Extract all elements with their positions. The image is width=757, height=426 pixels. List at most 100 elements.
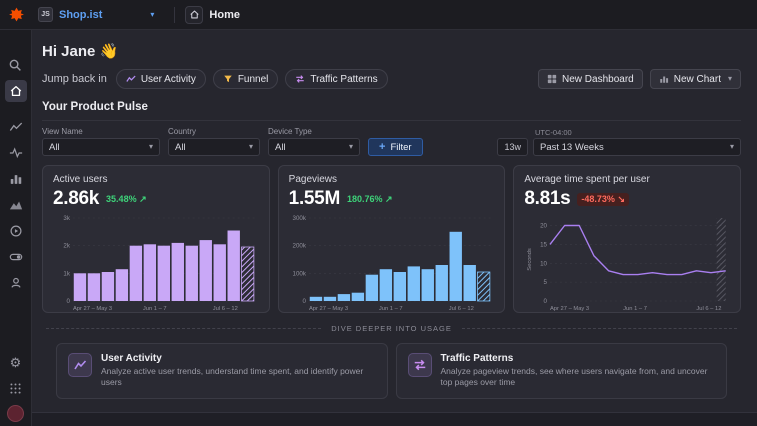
- jump-back-in-row: Jump back in User Activity Funnel Traffi…: [42, 69, 741, 89]
- date-range-value: Past 13 Weeks: [540, 142, 604, 153]
- new-chart-label: New Chart: [674, 74, 721, 85]
- sidebar-item-trends[interactable]: [5, 116, 27, 138]
- quick-link-funnel[interactable]: Funnel: [213, 69, 279, 89]
- traffic-patterns-deep-dive-card[interactable]: Traffic Patterns Analyze pageview trends…: [396, 343, 728, 399]
- sidebar-apps-button[interactable]: [5, 377, 27, 399]
- pageviews-card[interactable]: Pageviews 1.55M 180.76% ↗ 0100k200k300kA…: [278, 165, 506, 313]
- active-users-card[interactable]: Active users 2.86k 35.48% ↗ 01k2k3kApr 2…: [42, 165, 270, 313]
- settings-gear-icon: ⚙: [10, 356, 22, 369]
- active-users-bar-chart[interactable]: 01k2k3kApr 27 – May 3Jun 1 – 7Jul 6 – 12: [53, 212, 259, 312]
- chevron-down-icon: ▾: [149, 143, 153, 151]
- svg-text:Jul 6 – 12: Jul 6 – 12: [448, 306, 473, 312]
- view-name-select[interactable]: All ▾: [42, 138, 160, 156]
- sidebar-item-feature-flags[interactable]: [5, 246, 27, 268]
- filter-label: Country: [168, 127, 260, 136]
- country-select[interactable]: All ▾: [168, 138, 260, 156]
- svg-text:20: 20: [540, 223, 547, 230]
- chevron-down-icon: ▾: [349, 143, 353, 151]
- trend-down-icon: ↘: [617, 194, 625, 204]
- filter-label: View Name: [42, 127, 160, 136]
- sidebar-item-insights[interactable]: [5, 194, 27, 216]
- apps-grid-icon: [9, 382, 22, 395]
- deep-dive-description: Analyze active user trends, understand t…: [101, 366, 376, 389]
- funnel-icon: [223, 74, 233, 84]
- sidebar-item-dashboards[interactable]: [5, 168, 27, 190]
- select-value: All: [49, 142, 60, 153]
- top-bar: JS Shop.ist ▾ Home: [0, 0, 757, 30]
- svg-text:300k: 300k: [292, 215, 306, 222]
- date-range-shortcut[interactable]: 13w: [497, 138, 528, 156]
- section-title: Your Product Pulse: [42, 101, 741, 113]
- svg-text:200k: 200k: [292, 243, 306, 250]
- device-type-select[interactable]: All ▾: [268, 138, 360, 156]
- quick-link-label: Traffic Patterns: [310, 74, 377, 85]
- svg-text:0: 0: [544, 298, 548, 305]
- main-content: Hi Jane 👋 Jump back in User Activity Fun…: [32, 30, 757, 426]
- chevron-down-icon: ▾: [150, 11, 154, 19]
- page-title: Hi Jane 👋: [42, 42, 741, 60]
- avg-time-card[interactable]: Average time spent per user 8.81s -48.73…: [513, 165, 741, 313]
- insights-icon: [9, 198, 23, 212]
- pulse-cards-row: Active users 2.86k 35.48% ↗ 01k2k3kApr 2…: [42, 165, 741, 313]
- sidebar-item-persons[interactable]: [5, 272, 27, 294]
- svg-text:Jun 1 – 7: Jun 1 – 7: [143, 306, 167, 312]
- chevron-down-icon: ▾: [249, 143, 253, 151]
- session-replay-icon: [9, 224, 23, 238]
- filter-group-country: Country All ▾: [168, 127, 260, 156]
- quick-link-label: User Activity: [141, 74, 196, 85]
- metric-delta: 35.48% ↗: [106, 194, 147, 205]
- new-dashboard-button[interactable]: New Dashboard: [538, 69, 643, 89]
- quick-link-user-activity[interactable]: User Activity: [116, 69, 206, 89]
- sidebar-item-home[interactable]: [5, 80, 27, 102]
- trend-up-icon: ↗: [385, 194, 393, 204]
- sidebar-item-session-replay[interactable]: [5, 220, 27, 242]
- avg-time-line-chart[interactable]: 05101520Apr 27 – May 3Jun 1 – 7Jul 6 – 1…: [524, 212, 730, 312]
- filter-bar: View Name All ▾ Country All ▾ Device Typ…: [42, 120, 741, 156]
- pageviews-bar-chart[interactable]: 0100k200k300kApr 27 – May 3Jun 1 – 7Jul …: [289, 212, 495, 312]
- select-value: All: [175, 142, 186, 153]
- deep-dive-row: User Activity Analyze active user trends…: [56, 343, 727, 399]
- add-filter-label: Filter: [390, 142, 411, 153]
- sidebar-settings-button[interactable]: ⚙: [5, 351, 27, 373]
- svg-text:15: 15: [540, 241, 547, 248]
- sidebar-search-button[interactable]: [5, 54, 27, 76]
- home-icon: [9, 84, 23, 98]
- svg-text:Jun 1 – 7: Jun 1 – 7: [624, 306, 648, 312]
- persons-icon: [9, 276, 23, 290]
- svg-text:Jul 6 – 12: Jul 6 – 12: [213, 306, 238, 312]
- date-range-picker[interactable]: Past 13 Weeks ▾: [533, 138, 741, 156]
- chart-bars-icon: [659, 74, 669, 84]
- sidebar-item-activity[interactable]: [5, 142, 27, 164]
- svg-text:Apr 27 – May 3: Apr 27 – May 3: [550, 306, 589, 312]
- date-range-controls: 13w UTC-04:00 Past 13 Weeks ▾: [497, 128, 741, 156]
- home-icon: [185, 6, 203, 24]
- project-switcher[interactable]: JS Shop.ist ▾: [32, 4, 164, 25]
- chevron-down-icon: ▾: [728, 75, 732, 83]
- user-activity-deep-dive-card[interactable]: User Activity Analyze active user trends…: [56, 343, 388, 399]
- jump-back-in-label: Jump back in: [42, 73, 107, 85]
- user-avatar[interactable]: [7, 405, 24, 422]
- svg-text:Apr 27 – May 3: Apr 27 – May 3: [73, 306, 112, 312]
- svg-text:5: 5: [544, 279, 548, 286]
- plus-icon: +: [379, 142, 385, 153]
- metric-value: 8.81s: [524, 188, 570, 210]
- next-section-edge: [32, 412, 757, 426]
- posthog-logo[interactable]: [0, 0, 32, 30]
- quick-link-traffic-patterns[interactable]: Traffic Patterns: [285, 69, 387, 89]
- card-title: Average time spent per user: [524, 174, 730, 185]
- breadcrumb-home[interactable]: Home: [185, 6, 240, 24]
- quick-link-label: Funnel: [238, 74, 269, 85]
- project-name: Shop.ist: [59, 9, 102, 21]
- filter-group-device-type: Device Type All ▾: [268, 127, 360, 156]
- filter-group-view-name: View Name All ▾: [42, 127, 160, 156]
- project-badge: JS: [38, 7, 53, 22]
- traffic-patterns-icon: [295, 74, 305, 84]
- new-chart-button[interactable]: New Chart ▾: [650, 69, 741, 89]
- add-filter-button[interactable]: + Filter: [368, 138, 423, 156]
- section-divider: DIVE DEEPER INTO USAGE: [46, 324, 737, 333]
- dashboards-icon: [9, 172, 23, 186]
- trend-up-icon: ↗: [139, 194, 147, 204]
- user-activity-icon: [68, 353, 92, 377]
- breadcrumb-home-label: Home: [209, 9, 240, 21]
- deep-dive-title: Traffic Patterns: [441, 353, 716, 364]
